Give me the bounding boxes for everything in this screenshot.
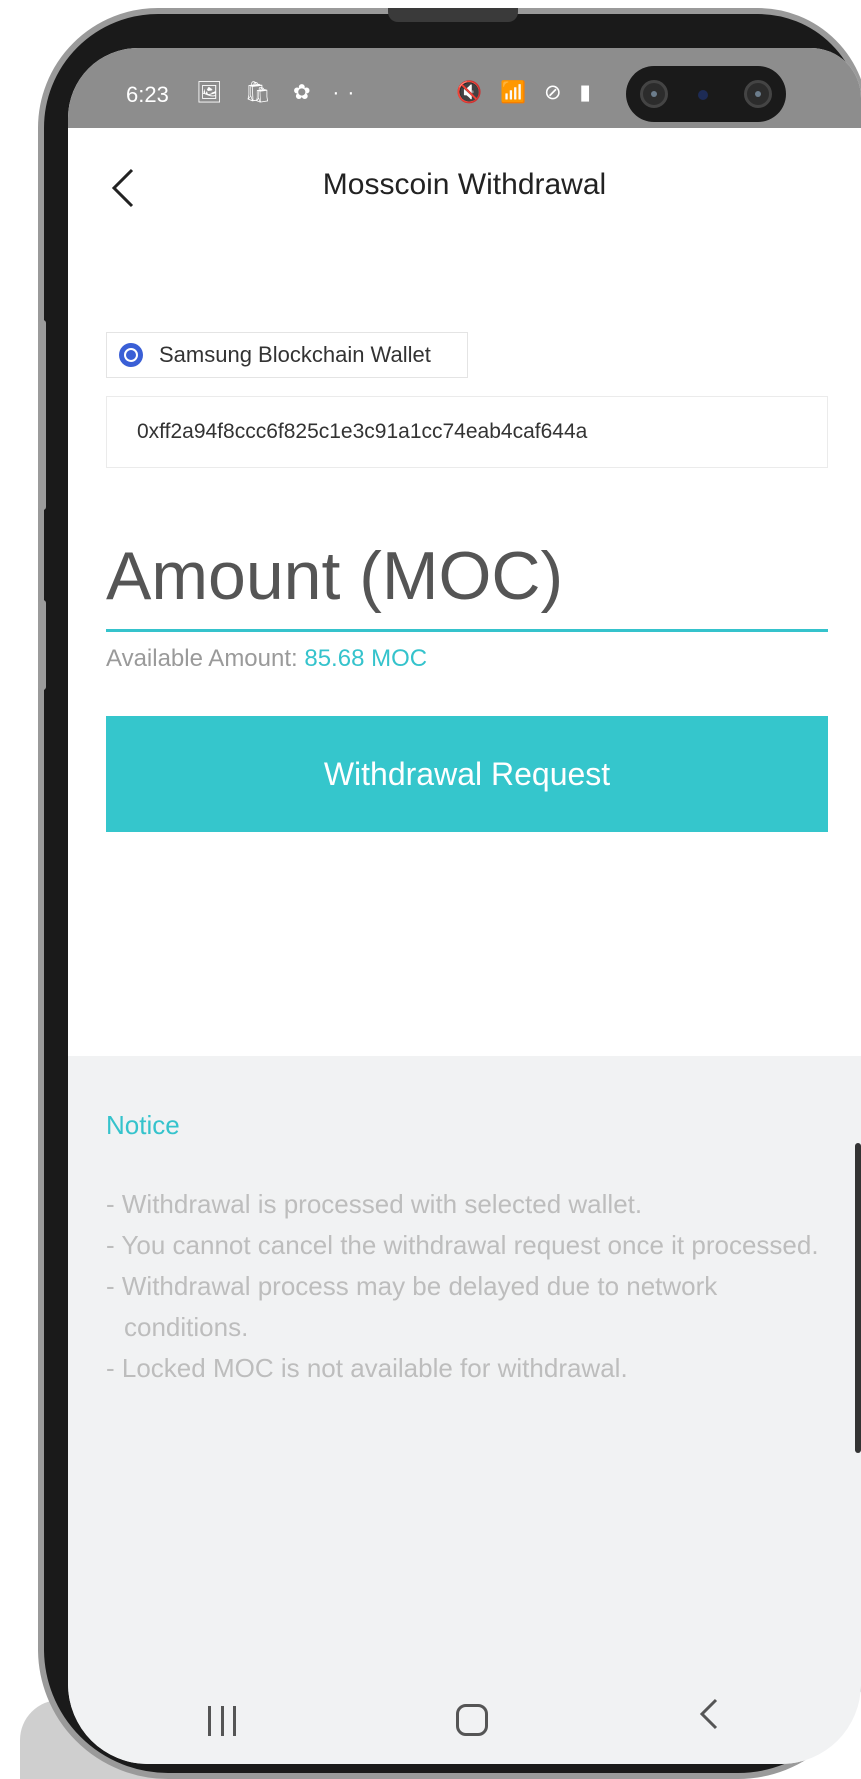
earpiece-speaker xyxy=(388,8,518,22)
volume-button xyxy=(38,320,46,510)
system-status-icons: 🔇 📶 ⊘ ▮ xyxy=(456,81,597,104)
notice-item: Locked MOC is not available for withdraw… xyxy=(106,1348,826,1389)
wallet-label: Samsung Blockchain Wallet xyxy=(159,342,431,367)
notice-title: Notice xyxy=(106,1110,180,1140)
notification-icons: 🖼 🛍 ✿ ·· xyxy=(196,81,363,104)
available-amount-label: Available Amount: xyxy=(106,645,305,672)
page-title: Mosscoin Withdrawal xyxy=(322,168,607,201)
notice-item: Withdrawal is processed with selected wa… xyxy=(106,1184,826,1225)
available-amount-value: 85.68 MOC xyxy=(304,645,428,672)
camera-sensor-icon xyxy=(698,90,708,100)
home-icon[interactable] xyxy=(456,1704,488,1736)
amount-input[interactable] xyxy=(106,522,828,632)
phone-screen: 6:23 🖼 🛍 ✿ ·· 🔇 📶 ⊘ ▮ Mosscoin Withdrawa… xyxy=(68,48,861,1764)
navigation-bar xyxy=(68,1656,861,1764)
bixby-button xyxy=(38,600,46,690)
notice-list: Withdrawal is processed with selected wa… xyxy=(106,1184,826,1389)
notice-item: You cannot cancel the withdrawal request… xyxy=(106,1225,826,1266)
blockchain-wallet-icon xyxy=(119,343,143,367)
recent-apps-icon[interactable] xyxy=(208,1706,236,1736)
scrollbar[interactable] xyxy=(855,1143,861,1453)
camera-lens-icon xyxy=(744,80,772,108)
status-bar: 6:23 🖼 🛍 ✿ ·· 🔇 📶 ⊘ ▮ xyxy=(68,48,861,128)
available-amount: Available Amount: 85.68 MOC xyxy=(106,645,427,673)
nav-back-chevron-icon xyxy=(699,1698,718,1730)
camera-lens-icon xyxy=(640,80,668,108)
status-time: 6:23 xyxy=(126,82,169,107)
wallet-selector[interactable]: Samsung Blockchain Wallet xyxy=(106,332,468,378)
notice-panel: Notice Withdrawal is processed with sele… xyxy=(68,1056,861,1656)
wallet-address: 0xff2a94f8ccc6f825c1e3c91a1cc74eab4caf64… xyxy=(106,396,828,468)
back-icon[interactable] xyxy=(698,1696,720,1742)
front-camera xyxy=(626,66,786,122)
withdrawal-request-button[interactable]: Withdrawal Request xyxy=(106,716,828,832)
notice-item: Withdrawal process may be delayed due to… xyxy=(106,1266,826,1348)
